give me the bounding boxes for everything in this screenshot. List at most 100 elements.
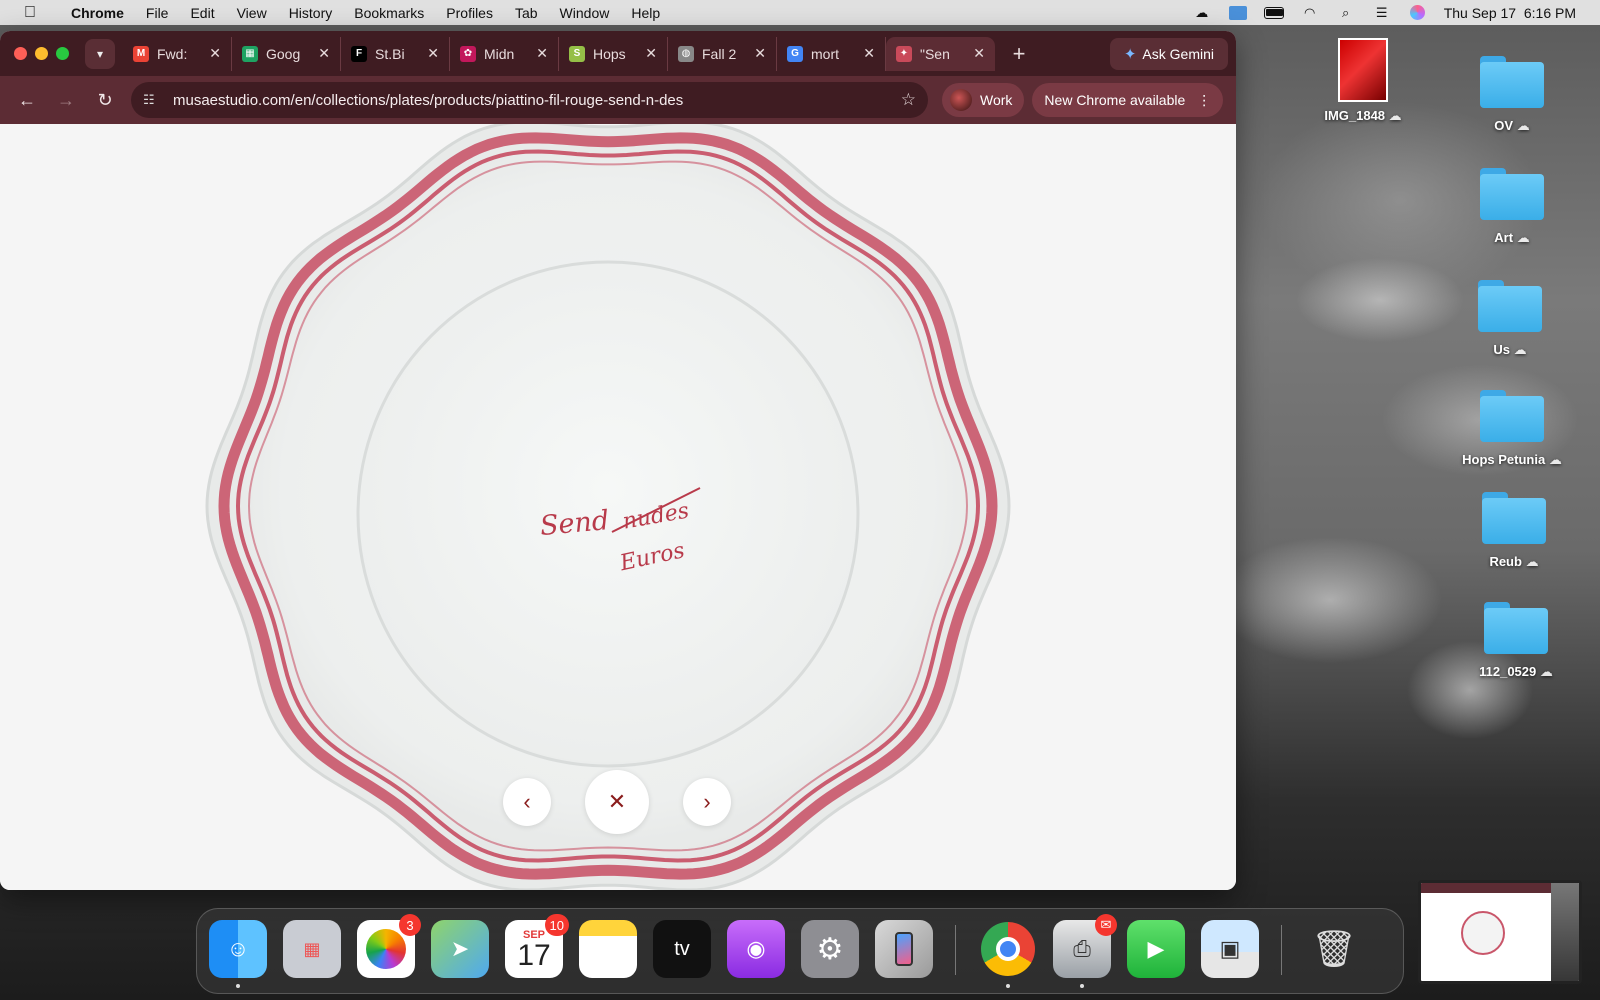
dock-apple-tv[interactable]: tv	[653, 920, 711, 978]
dock-calendar[interactable]: SEP 17 10	[505, 914, 569, 978]
tab-st-bi[interactable]: F St.Bi ✕	[341, 36, 450, 71]
back-button[interactable]: ←	[10, 83, 44, 117]
dock-finder[interactable]: ☺	[209, 920, 267, 988]
dock-separator	[1281, 925, 1282, 975]
desktop-icon-label: OV	[1494, 118, 1514, 133]
preview-plate	[1461, 911, 1505, 955]
gemini-sparkle-icon: ✦	[1123, 45, 1137, 63]
spotlight-search-icon[interactable]: ⌕	[1336, 5, 1356, 20]
wifi-icon[interactable]: ◠	[1300, 5, 1320, 20]
dock-chrome[interactable]	[979, 920, 1037, 988]
apple-menu-icon[interactable]: 	[0, 4, 60, 22]
dock-system-settings[interactable]: ⚙	[801, 920, 859, 978]
dock-launchpad[interactable]: ▦	[283, 920, 341, 978]
dock-iphone-mirroring[interactable]	[875, 920, 933, 978]
trash-icon: 🗑	[1311, 928, 1357, 969]
update-label: New Chrome available	[1044, 92, 1186, 108]
calendar-day: 17	[517, 939, 551, 972]
minimize-window-button[interactable]	[35, 47, 48, 60]
menu-edit[interactable]: Edit	[179, 5, 225, 21]
photos-flower-icon	[366, 929, 406, 969]
creative-cloud-icon[interactable]: ☁	[1192, 5, 1212, 20]
zoom-window-button[interactable]	[56, 47, 69, 60]
dock-facetime[interactable]: ▶	[1127, 920, 1185, 978]
menu-app-name[interactable]: Chrome	[60, 5, 135, 21]
icloud-icon: ☁	[1388, 108, 1402, 123]
menu-help[interactable]: Help	[620, 5, 671, 21]
desktop-folder-ov[interactable]: OV ☁	[1457, 56, 1567, 134]
menu-tab[interactable]: Tab	[504, 5, 549, 21]
close-tab-icon[interactable]: ✕	[754, 45, 766, 62]
ask-gemini-button[interactable]: ✦ Ask Gemini	[1109, 37, 1228, 70]
tab-active-product[interactable]: ✦ "Sen ✕	[886, 36, 995, 71]
site-settings-icon[interactable]: ☷	[143, 92, 163, 108]
tab-google-sheets[interactable]: ▦ Goog ✕	[232, 36, 341, 71]
close-tab-icon[interactable]: ✕	[645, 45, 657, 62]
address-bar[interactable]: ☷ musaestudio.com/en/collections/plates/…	[131, 82, 928, 118]
tab-google-search[interactable]: G mort ✕	[777, 36, 886, 71]
menu-bar:  Chrome File Edit View History Bookmark…	[0, 0, 1600, 25]
running-indicator	[236, 984, 240, 988]
dock-podcasts[interactable]: ◉	[727, 920, 785, 978]
menu-bar-clock[interactable]: Thu Sep 17 6:16 PM	[1444, 5, 1576, 21]
profile-avatar	[950, 89, 972, 111]
menu-profiles[interactable]: Profiles	[435, 5, 504, 21]
window-controls	[14, 47, 69, 60]
tab-midn[interactable]: ✿ Midn ✕	[450, 36, 559, 71]
close-tab-icon[interactable]: ✕	[973, 45, 985, 62]
browser-toolbar: ← → ↻ ☷ musaestudio.com/en/collections/p…	[0, 76, 1236, 124]
desktop-folder-112-0529[interactable]: 112_0529 ☁	[1461, 602, 1571, 680]
close-lightbox-button[interactable]: ✕	[585, 770, 649, 834]
desktop-folder-hops-petunia[interactable]: Hops Petunia ☁	[1447, 390, 1577, 468]
gmail-icon: M	[133, 45, 149, 62]
dock-photos[interactable]: 3	[357, 914, 421, 978]
desktop-folder-us[interactable]: Us ☁	[1455, 280, 1565, 358]
chevron-right-icon: ›	[703, 789, 711, 814]
close-tab-icon[interactable]: ✕	[863, 45, 875, 62]
dock-preview[interactable]: ▣	[1201, 920, 1259, 978]
dock-trash[interactable]: 🗑	[1305, 920, 1363, 978]
dock-printer[interactable]: ⎙ ✉	[1053, 914, 1117, 988]
chrome-update-button[interactable]: New Chrome available ⋮	[1032, 83, 1224, 117]
menu-history[interactable]: History	[278, 5, 344, 21]
desktop-icon-img-1848[interactable]: IMG_1848 ☁	[1308, 38, 1418, 124]
desktop-folder-reub[interactable]: Reub ☁	[1459, 492, 1569, 570]
tab-fall[interactable]: ◍ Fall 2 ✕	[668, 36, 777, 71]
close-tab-icon[interactable]: ✕	[209, 45, 221, 62]
dock-maps[interactable]: ➤	[431, 920, 489, 978]
previous-image-button[interactable]: ‹	[503, 778, 551, 826]
tab-search-button[interactable]: ▾	[85, 38, 115, 69]
status-chip-icon[interactable]	[1228, 5, 1248, 20]
menu-file[interactable]: File	[135, 5, 180, 21]
menu-view[interactable]: View	[226, 5, 278, 21]
desktop-icon-label: IMG_1848	[1324, 108, 1386, 123]
close-tab-icon[interactable]: ✕	[427, 45, 439, 62]
tab-label: "Sen	[920, 45, 950, 62]
dock-notes[interactable]	[579, 920, 637, 978]
close-tab-icon[interactable]: ✕	[536, 45, 548, 62]
close-window-button[interactable]	[14, 47, 27, 60]
control-center-icon[interactable]: ☰	[1372, 5, 1392, 20]
siri-icon[interactable]	[1408, 5, 1428, 20]
preview-desktop-strip	[1551, 883, 1579, 981]
url-text[interactable]: musaestudio.com/en/collections/plates/pr…	[173, 92, 901, 109]
preview-browser-chrome	[1421, 883, 1551, 893]
tab-gmail[interactable]: M Fwd: ✕	[123, 36, 232, 71]
battery-icon[interactable]	[1263, 6, 1284, 20]
tab-label: Hops	[593, 45, 626, 62]
desktop-icon-label: Art	[1494, 230, 1514, 245]
menu-window[interactable]: Window	[549, 5, 621, 21]
desktop-folder-art[interactable]: Art ☁	[1457, 168, 1567, 246]
reload-button[interactable]: ↻	[88, 83, 122, 117]
globe-icon: ◍	[678, 45, 694, 62]
profile-button[interactable]: Work	[942, 83, 1025, 117]
close-tab-icon[interactable]: ✕	[318, 45, 330, 62]
menu-bookmarks[interactable]: Bookmarks	[343, 5, 435, 21]
image-thumbnail	[1338, 38, 1388, 102]
tab-hops[interactable]: S Hops ✕	[559, 36, 668, 71]
new-tab-button[interactable]: +	[1005, 41, 1033, 67]
bookmark-star-icon[interactable]: ☆	[901, 90, 916, 110]
next-image-button[interactable]: ›	[683, 778, 731, 826]
screenshot-preview-thumbnail[interactable]	[1418, 880, 1582, 984]
forward-button[interactable]: →	[49, 83, 83, 117]
